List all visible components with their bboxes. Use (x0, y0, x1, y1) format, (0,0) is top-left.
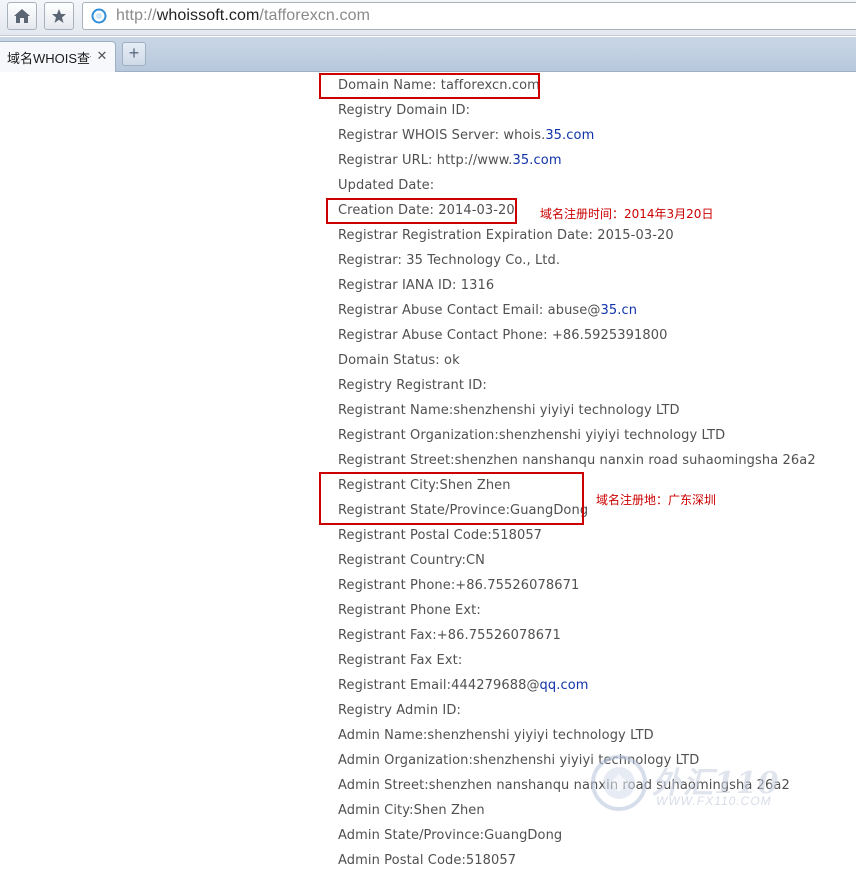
whois-line-text: Admin State/Province:GuangDong (338, 828, 563, 843)
whois-line-text: Registrar Abuse Contact Phone: +86.59253… (338, 328, 668, 343)
watermark: 外汇110 WWW.FX110.COM (590, 752, 790, 814)
creation-note: 域名注册时间：2014年3月20日 (540, 207, 714, 221)
whois-line-text: Admin Name:shenzhenshi yiyiyi technology… (338, 728, 654, 743)
creation-date-highlight (326, 198, 517, 224)
whois-line-text: Registrar Abuse Contact Email: abuse@ (338, 303, 601, 318)
whois-line-text: Admin Postal Code:518057 (338, 853, 517, 868)
tab-strip: 域名WHOIS查询 ✕ + (0, 37, 856, 72)
globe-icon (90, 7, 108, 25)
whois-line-text: Registry Registrant ID: (338, 378, 487, 393)
whois-line-text: Registrant Organization:shenzhenshi yiyi… (338, 428, 726, 443)
watermark-logo-icon (591, 755, 647, 811)
whois-line: Admin State/Province:GuangDong (338, 823, 816, 848)
whois-line: Registrar URL: http://www.35.com (338, 148, 816, 173)
whois-line: Registry Registrant ID: (338, 373, 816, 398)
star-icon (52, 9, 66, 23)
whois-line: Registrant Organization:shenzhenshi yiyi… (338, 423, 816, 448)
whois-line: Registrant Fax:+86.75526078671 (338, 623, 816, 648)
url-text[interactable]: http://whoissoft.com/tafforexcn.com (116, 7, 370, 25)
whois-line: Registrant Phone Ext: (338, 598, 816, 623)
whois-line-text: Registrant Postal Code:518057 (338, 528, 543, 543)
home-icon (14, 9, 30, 23)
whois-line-text: Updated Date: (338, 178, 435, 193)
location-note: 域名注册地：广东深圳 (596, 493, 717, 507)
whois-line: Domain Status: ok (338, 348, 816, 373)
whois-line-text: Registrar Registration Expiration Date: … (338, 228, 674, 243)
whois-line-text: Registrant Country:CN (338, 553, 485, 568)
whois-link[interactable]: qq.com (540, 678, 589, 693)
whois-line: Registrant Fax Ext: (338, 648, 816, 673)
whois-line-text: Registrant Street:shenzhen nanshanqu nan… (338, 453, 816, 468)
whois-line: Registrant Phone:+86.75526078671 (338, 573, 816, 598)
watermark-url: WWW.FX110.COM (656, 794, 772, 808)
whois-line: Admin Name:shenzhenshi yiyiyi technology… (338, 723, 816, 748)
url-host: whoissoft.com (156, 7, 260, 24)
whois-line-text: Registrant Fax Ext: (338, 653, 463, 668)
whois-line: Registrar Registration Expiration Date: … (338, 223, 816, 248)
whois-line-text: Registrar IANA ID: 1316 (338, 278, 495, 293)
whois-line: Updated Date: (338, 173, 816, 198)
whois-line: Registrant Country:CN (338, 548, 816, 573)
whois-line: Registry Domain ID: (338, 98, 816, 123)
tab-title: 域名WHOIS查询 (7, 50, 91, 66)
whois-line-text: Registrant Fax:+86.75526078671 (338, 628, 561, 643)
whois-line: Registrant Name:shenzhenshi yiyiyi techn… (338, 398, 816, 423)
whois-line: Registrar IANA ID: 1316 (338, 273, 816, 298)
whois-line-text: Registrant Name:shenzhenshi yiyiyi techn… (338, 403, 680, 418)
address-bar[interactable]: http://whoissoft.com/tafforexcn.com (82, 2, 856, 30)
home-button[interactable] (7, 2, 37, 30)
whois-line: Registrar WHOIS Server: whois.35.com (338, 123, 816, 148)
whois-link[interactable]: 35.cn (600, 303, 637, 318)
whois-line: Registrant Postal Code:518057 (338, 523, 816, 548)
whois-line-text: Domain Status: ok (338, 353, 460, 368)
close-icon[interactable]: ✕ (95, 49, 109, 63)
whois-line: Registrant Street:shenzhen nanshanqu nan… (338, 448, 816, 473)
whois-link[interactable]: 35.com (545, 128, 594, 143)
whois-line-text: Registry Domain ID: (338, 103, 471, 118)
whois-line: Registrant Email:444279688@qq.com (338, 673, 816, 698)
domain-name-highlight (319, 73, 540, 99)
whois-line-text: Registrar: 35 Technology Co., Ltd. (338, 253, 561, 268)
whois-line: Registry Admin ID: (338, 698, 816, 723)
whois-line: Registrar: 35 Technology Co., Ltd. (338, 248, 816, 273)
browser-toolbar: http://whoissoft.com/tafforexcn.com (0, 0, 856, 36)
whois-line: Admin Postal Code:518057 (338, 848, 816, 873)
whois-line-text: Admin City:Shen Zhen (338, 803, 485, 818)
tab-whois[interactable]: 域名WHOIS查询 ✕ (0, 41, 116, 72)
new-tab-button[interactable]: + (122, 42, 146, 66)
whois-line-text: Registrant Phone Ext: (338, 603, 481, 618)
location-highlight (319, 472, 584, 525)
whois-line-text: Registrant Email:444279688@ (338, 678, 540, 693)
whois-line: Registrar Abuse Contact Phone: +86.59253… (338, 323, 816, 348)
whois-line-text: Registrar URL: http://www. (338, 153, 513, 168)
whois-line-text: Registrar WHOIS Server: whois. (338, 128, 546, 143)
bookmark-button[interactable] (44, 2, 74, 30)
whois-line-text: Registrant Phone:+86.75526078671 (338, 578, 580, 593)
whois-line-text: Registry Admin ID: (338, 703, 461, 718)
whois-line: Registrar Abuse Contact Email: abuse@35.… (338, 298, 816, 323)
whois-link[interactable]: 35.com (513, 153, 562, 168)
